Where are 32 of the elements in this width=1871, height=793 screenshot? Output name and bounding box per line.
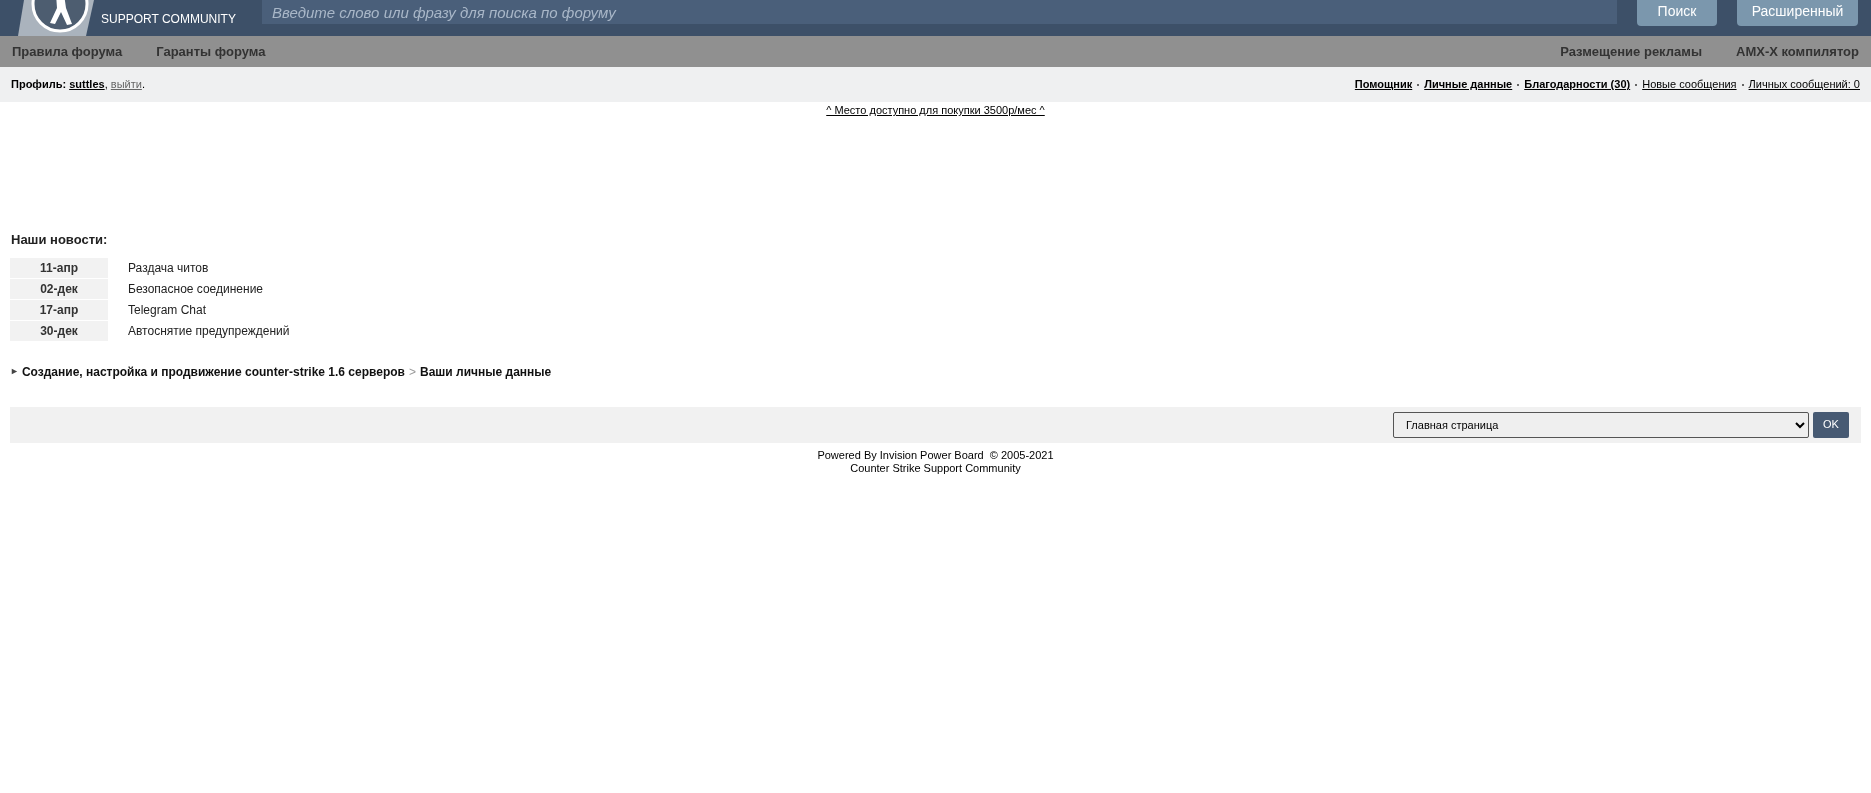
nav-link[interactable]: Правила форума [12,41,123,62]
nav-link[interactable]: AMX-X компилятор [1736,41,1859,62]
nav-link[interactable]: Гаранты форума [156,41,266,62]
profile-link[interactable]: Личных сообщений: 0 [1748,76,1860,93]
footer-text: Counter Strike Support Community [849,461,1022,475]
username-link[interactable]: suttles [69,78,105,91]
news-date: 17-апр [10,299,108,320]
profile-link[interactable]: Личные данные [1424,76,1513,93]
ad-link[interactable]: ^ Место доступно для покупки 3500р/мес ^ [826,104,1045,116]
logout-link[interactable]: выйти [110,78,142,91]
news-title[interactable]: Автоснятие предупреждений [108,321,290,340]
profile-line: Профиль: suttles, выйти. [11,78,145,91]
footer-text: Powered By Invision Power Board © 2005-2021 [816,448,1055,462]
nav-link[interactable]: Размещение рекламы [1560,41,1702,62]
breadcrumb-link[interactable]: Создание, настройка и продвижение counter-strike 1.6 серверов [21,362,405,381]
news-date: 02-дек [10,278,108,299]
profile-link[interactable]: Благодарности (30) [1524,76,1631,93]
news-date: 30-дек [10,320,108,341]
news-title[interactable]: Безопасное соединение [108,279,264,298]
breadcrumb-link[interactable]: Ваши личные данные [420,362,552,381]
section-title: Наши новости: [11,231,109,249]
jump-select[interactable]: Главная страница [1393,411,1809,438]
logo-text: SUPPORT COMMUNITY [101,11,236,28]
ok-button[interactable]: OK [1813,411,1849,438]
profile-link[interactable]: Помощник [1354,76,1413,93]
search-field[interactable]: Введите слово или фразу для поиска по форуму [262,0,1617,24]
news-title[interactable]: Telegram Chat [108,300,207,319]
news-date: 11-апр [10,257,108,278]
breadcrumb-marker-icon: ► [10,364,19,379]
news-title[interactable]: Раздача читов [108,258,209,277]
profile-link[interactable]: Новые сообщения [1642,76,1737,93]
breadcrumb-separator: > [409,363,416,381]
